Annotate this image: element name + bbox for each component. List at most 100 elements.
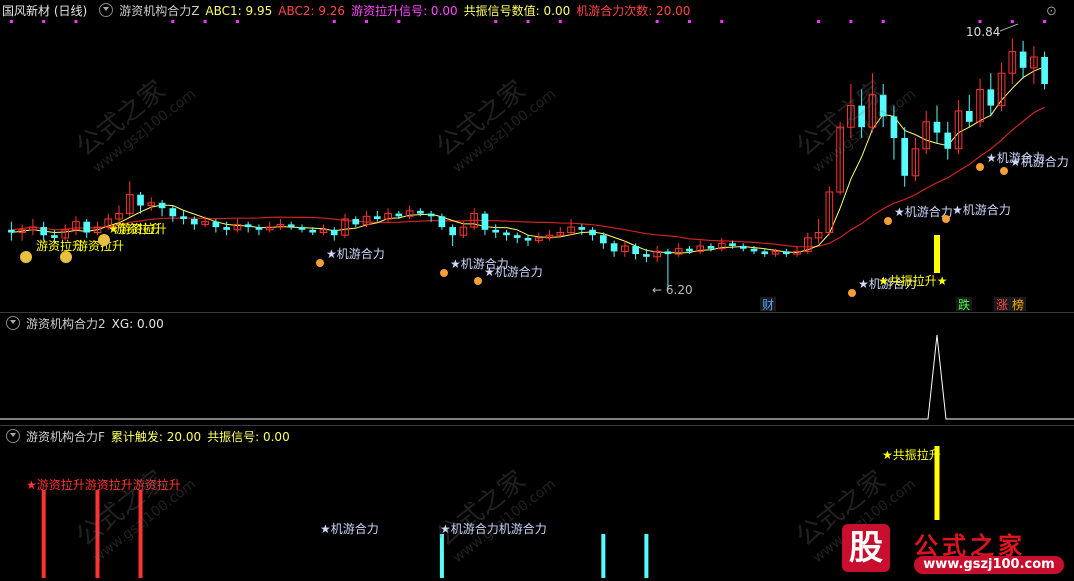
stock-title[interactable]: 国风新材 (日线): [2, 4, 87, 18]
candle-body: [890, 116, 898, 138]
candlestick-chart[interactable]: 10.84← 6.20财跌涨榜游资拉升游资拉升游资拉升★游资拉升★机游合力★机游…: [0, 0, 1074, 312]
jiyou-label: ★机游合力: [326, 246, 385, 261]
candle-body: [427, 213, 435, 217]
f-cyan-label: ★机游合力机游合力: [440, 521, 547, 536]
resonance-bar: [933, 235, 940, 273]
site-logo: 股 公式之家 www.gszj100.com: [836, 522, 1072, 580]
candle-body: [330, 229, 338, 236]
candle-body: [492, 229, 500, 233]
signal-dot: [1043, 20, 1047, 23]
candle-body: [191, 219, 198, 225]
hand-icon: [440, 269, 448, 277]
hand-icon: [976, 163, 984, 171]
candle-body: [51, 235, 58, 238]
signal-dot: [978, 20, 982, 23]
candle-body: [782, 251, 790, 255]
candle-body: [664, 251, 672, 255]
logo-badge: 股: [842, 524, 890, 572]
hand-icon: [848, 289, 856, 297]
candle-body: [879, 94, 887, 117]
candle-body: [524, 237, 532, 241]
candle-body: [643, 254, 650, 257]
indicator-menu-icon[interactable]: [6, 429, 20, 443]
candle-body: [933, 121, 941, 133]
candle-body: [287, 224, 295, 228]
signal-bar-red: [138, 490, 143, 578]
cum-trigger-value: 累计触发: 20.00: [110, 430, 202, 444]
candle-body: [761, 251, 769, 255]
candle-body: [244, 224, 252, 228]
candle-body: [298, 227, 306, 230]
event-tag-label: 跌: [958, 297, 970, 312]
hand-icon: [884, 217, 892, 225]
signal-bar-red: [95, 490, 100, 578]
candle-body: [417, 210, 424, 214]
low-price-label: ← 6.20: [652, 283, 693, 297]
coin-icon: [20, 251, 32, 263]
candle-body: [449, 227, 456, 236]
candle-body: [901, 138, 909, 176]
candle-body: [8, 229, 15, 233]
xg-indicator-name[interactable]: 游资机构合力2: [26, 317, 106, 331]
hand-icon: [474, 277, 482, 285]
candle-body: [481, 213, 489, 230]
hand-icon: [316, 259, 324, 267]
jiyou-label: ★机游合力: [1010, 154, 1069, 169]
candle-body: [1041, 57, 1048, 84]
event-tag-label: 榜: [1012, 297, 1024, 312]
event-tag-label: 涨: [996, 297, 1008, 312]
abc2-value: ABC2: 9.26: [278, 4, 346, 18]
collapse-icon[interactable]: ⊙: [1046, 4, 1057, 19]
main-chart-pane[interactable]: 10.84 ← 6.20 财跌涨榜游资拉升 游资拉升 游资拉升 ★游资拉升 ★机游合力 ★机游…: [0, 0, 1074, 312]
candle-body: [395, 213, 403, 217]
f-indicator-name[interactable]: 游资机构合力F: [26, 430, 105, 444]
hand-icon: [1000, 167, 1008, 175]
candle-body: [632, 246, 639, 255]
signal-bar-cyan: [644, 534, 649, 578]
main-header: 国风新材 (日线) 游资机构合力Z ABC1: 9.95 ABC2: 9.26 游资拉升…: [0, 0, 696, 22]
logo-url: www.gszj100.com: [914, 556, 1064, 574]
xg-pane[interactable]: 游资机构合力2 XG: 0.00: [0, 313, 1074, 425]
candle-body: [40, 227, 48, 236]
candle-body: [137, 194, 144, 206]
candle-body: [739, 246, 747, 249]
abc1-value: ABC1: 9.95: [205, 4, 273, 18]
signal-dot: [1010, 20, 1014, 23]
xg-line: [0, 334, 1074, 420]
high-price-label: 10.84: [966, 25, 1000, 39]
candle-body: [944, 132, 952, 149]
candle-body: [610, 243, 618, 252]
f-cyan-label: ★机游合力: [320, 521, 379, 536]
signal-dot: [720, 20, 724, 23]
candle-body: [1019, 51, 1027, 68]
signal-bar-cyan: [601, 534, 606, 578]
resonance-value: 共振信号数值: 0.00: [463, 4, 571, 18]
candle-body: [513, 235, 521, 238]
high-arrow: [999, 23, 1019, 32]
candle-body: [438, 216, 446, 228]
candle-body: [83, 221, 91, 233]
indicator-menu-icon[interactable]: [99, 3, 114, 17]
indicator-menu-icon[interactable]: [6, 316, 20, 330]
signal-dot: [817, 20, 821, 23]
gongzhen-label: ★共振拉升★: [878, 273, 948, 288]
candle-body: [729, 243, 736, 246]
resonance-signal-value: 共振信号: 0.00: [207, 430, 290, 444]
candle-body: [750, 248, 758, 252]
candle-body: [686, 248, 693, 252]
jiyou-label: ★机游合力: [484, 264, 543, 279]
candle-body: [858, 105, 865, 128]
candle-body: [158, 202, 166, 209]
signal-bar-cyan: [439, 534, 444, 578]
f-yellow-label: ★共振拉升: [882, 447, 941, 462]
hand-icon: [942, 215, 950, 223]
jiyou-label: ★机游合力: [952, 202, 1011, 217]
xg-header: 游资机构合力2 XG: 0.00: [0, 313, 170, 335]
candle-body: [180, 216, 187, 219]
signal-dot: [881, 20, 885, 23]
candle-body: [373, 216, 381, 219]
candle-body: [352, 219, 360, 225]
indicator-name[interactable]: 游资机构合力Z: [119, 4, 199, 18]
candle-body: [965, 111, 973, 122]
candle-body: [169, 208, 177, 217]
